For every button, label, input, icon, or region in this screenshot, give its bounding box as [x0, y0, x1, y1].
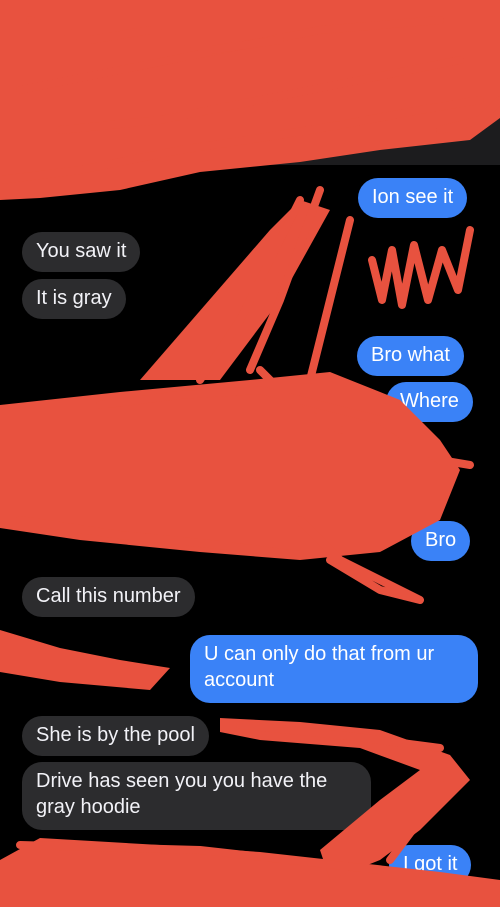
message-bubble-received[interactable]: It is gray — [22, 279, 126, 319]
message-bubble-sent[interactable]: I got it — [389, 845, 472, 885]
conversation-header — [0, 0, 500, 165]
message-bubble-received[interactable]: She is by the pool — [22, 716, 209, 756]
message-bubble-sent[interactable]: Ion see it — [358, 178, 468, 218]
message-bubble-sent[interactable]: Where — [386, 382, 473, 422]
message-bubble-sent[interactable]: Bro — [411, 521, 471, 561]
message-bubble-received[interactable]: Drive has seen you you have the gray hoo… — [22, 762, 371, 830]
message-bubble-sent[interactable]: U can only do that from ur account — [190, 635, 478, 703]
chevron-left-icon[interactable] — [18, 86, 30, 106]
message-bubble-received[interactable]: Call this number — [22, 577, 195, 617]
message-bubble-received[interactable]: You saw it — [22, 232, 141, 272]
video-camera-icon[interactable] — [434, 84, 470, 106]
message-bubble-sent[interactable]: Bro what — [357, 336, 464, 376]
